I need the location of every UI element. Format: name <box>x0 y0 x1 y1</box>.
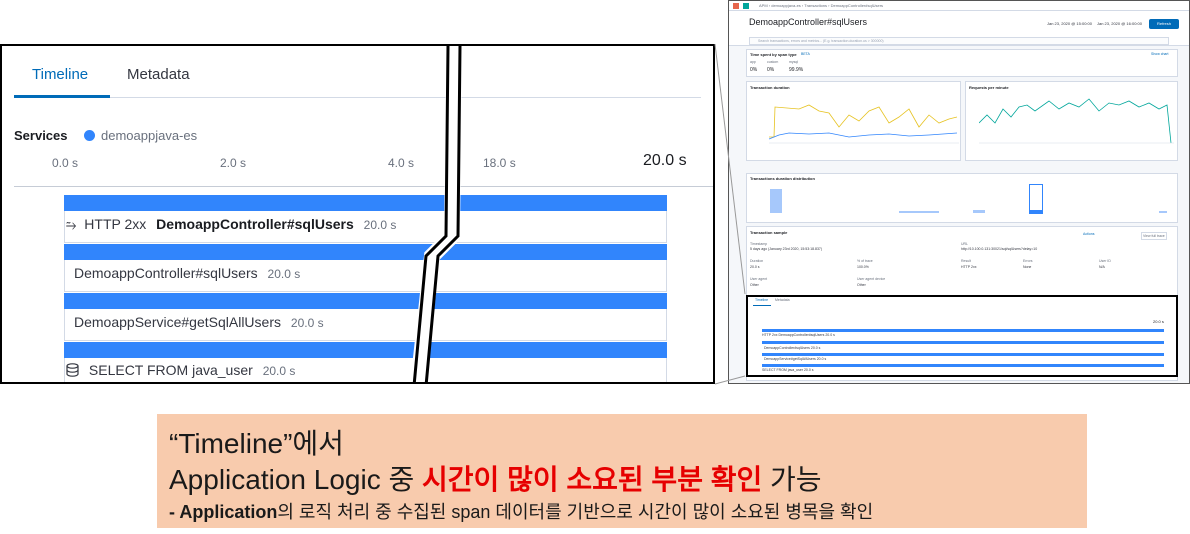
field-label: User ID <box>1099 259 1111 263</box>
search-input[interactable]: Search transactions, errors and metrics.… <box>749 37 1169 45</box>
url-value: http://10.100.0.131:30021/sql/sqlUsers?d… <box>961 247 1038 251</box>
result-label: HTTP 2xx <box>84 216 147 232</box>
field-label: User agent <box>750 277 768 281</box>
beta-badge: BETA <box>801 52 810 56</box>
services-label: Services <box>14 128 68 143</box>
field-value: 20.0 s <box>750 265 760 269</box>
transaction-duration-title: Transaction duration <box>750 85 790 90</box>
span-name: SELECT FROM java_user <box>88 362 253 378</box>
legend-mysql: mysql <box>789 60 799 64</box>
http-transaction-icon: ⥲ <box>66 217 77 232</box>
time-spent-card <box>746 49 1178 77</box>
transaction-name: DemoappController#sqlUsers <box>156 216 354 232</box>
top-nav-bar: APM › demoappjava-es › Transactions › De… <box>729 1 1189 11</box>
span-duration: 20.0 s <box>267 267 301 281</box>
service-color-dot <box>84 130 95 141</box>
span-name: DemoappController#sqlUsers <box>74 265 258 281</box>
span-duration: 20.0 s <box>262 364 296 378</box>
page-title: DemoappController#sqlUsers <box>749 17 868 27</box>
active-tab-indicator <box>14 95 110 98</box>
caption-line-3-prefix: - Application <box>169 502 278 522</box>
view-full-trace-button[interactable]: View full trace <box>1141 232 1167 240</box>
field-label: Result <box>961 259 971 263</box>
caption-line-2: Application Logic 중 시간이 많이 소요된 부분 확인 가능 <box>169 458 822 498</box>
field-label: Duration <box>750 259 764 263</box>
time-spent-title: Time spent by span type <box>750 52 797 57</box>
field-label: % of trace <box>857 259 873 263</box>
breadcrumb[interactable]: APM › demoappjava-es › Transactions › De… <box>759 3 883 8</box>
url-label: URL <box>961 242 969 246</box>
requests-chart <box>979 98 1174 144</box>
field-label: User agent device <box>857 277 886 281</box>
caption-highlight: 시간이 많이 소요된 부분 확인 <box>422 464 763 495</box>
caption-line-2-suffix: 가능 <box>762 464 822 495</box>
date-start[interactable]: Jan 23, 2020 @ 15:00:00 <box>1047 21 1092 26</box>
show-chart-link[interactable]: Show chart <box>1151 52 1169 56</box>
field-value: HTTP 2xx <box>961 265 977 269</box>
date-end[interactable]: Jan 23, 2020 @ 16:00:00 <box>1097 21 1142 26</box>
actions-button[interactable]: Actions <box>1083 232 1094 236</box>
axis-line <box>14 186 713 187</box>
timeline-zoom-panel: Timeline Metadata Services demoappjava-e… <box>0 44 715 384</box>
span-row-label[interactable]: ⥲ HTTP 2xx DemoappController#sqlUsers 20… <box>66 216 396 233</box>
caption-line-2-prefix: Application Logic 중 <box>169 464 423 495</box>
histogram-bar[interactable] <box>899 211 939 213</box>
legend-app: app <box>750 60 756 64</box>
span-bar[interactable] <box>64 293 667 309</box>
apm-screenshot-thumbnail: APM › demoappjava-es › Transactions › De… <box>728 0 1190 384</box>
service-name: demoappjava-es <box>101 128 198 143</box>
field-value: Other <box>750 283 759 287</box>
span-row-label[interactable]: SELECT FROM java_user 20.0 s <box>66 362 295 380</box>
duration-chart <box>769 104 959 144</box>
database-icon <box>66 363 79 380</box>
axis-tick-end: 20.0 s <box>643 152 687 169</box>
field-label: Errors <box>1023 259 1033 263</box>
span-duration: 20.0 s <box>290 316 324 330</box>
tab-metadata[interactable]: Metadata <box>127 66 190 83</box>
histogram-bar[interactable] <box>1030 210 1042 213</box>
value-custom: 0% <box>767 67 775 73</box>
field-value: 100.0% <box>857 265 869 269</box>
histogram-bar[interactable] <box>1159 211 1167 213</box>
span-row-label[interactable]: DemoappService#getSqlAllUsers 20.0 s <box>74 314 324 330</box>
span-row-label[interactable]: DemoappController#sqlUsers 20.0 s <box>74 265 300 281</box>
tab-bar: Timeline Metadata <box>14 46 701 98</box>
field-value: N/A <box>1099 265 1105 269</box>
distribution-title: Transactions duration distribution <box>750 176 815 181</box>
timestamp-value: 5 days ago (January 23rd 2020, 15:53:18.… <box>750 247 822 251</box>
span-duration: 20.0 s <box>363 218 397 232</box>
sample-title: Transaction sample <box>750 230 788 235</box>
caption-line-3-rest: 의 로직 처리 중 수집된 span 데이터를 기반으로 시간이 많이 소요된 … <box>277 502 874 522</box>
axis-tick: 2.0 s <box>220 156 247 170</box>
legend-custom: custom <box>767 60 779 64</box>
axis-tick: 18.0 s <box>483 156 516 170</box>
value-app: 0% <box>750 67 758 73</box>
caption-box: “Timeline”에서 Application Logic 중 시간이 많이 … <box>157 414 1087 528</box>
span-bar[interactable] <box>64 244 667 260</box>
value-mysql: 99.9% <box>789 67 804 73</box>
histogram-bar[interactable] <box>973 210 985 213</box>
space-avatar <box>743 3 749 9</box>
requests-title: Requests per minute <box>969 85 1009 90</box>
field-value: Other <box>857 283 866 287</box>
caption-line-1: “Timeline”에서 <box>169 428 344 459</box>
span-name: DemoappService#getSqlAllUsers <box>74 314 281 330</box>
caption-line-3: - Application의 로직 처리 중 수집된 span 데이터를 기반으… <box>169 498 873 524</box>
histogram-bar[interactable] <box>770 189 782 213</box>
timestamp-label: Timestamp <box>750 242 768 246</box>
axis-tick: 0.0 s <box>52 156 79 170</box>
refresh-button[interactable]: Refresh <box>1149 19 1179 29</box>
span-bar[interactable] <box>64 342 667 358</box>
span-bar[interactable] <box>64 195 667 211</box>
tab-timeline[interactable]: Timeline <box>32 66 88 83</box>
axis-break-mark <box>410 46 462 382</box>
kibana-logo-icon <box>733 3 739 9</box>
highlight-box <box>746 295 1178 377</box>
field-value: None <box>1023 265 1032 269</box>
